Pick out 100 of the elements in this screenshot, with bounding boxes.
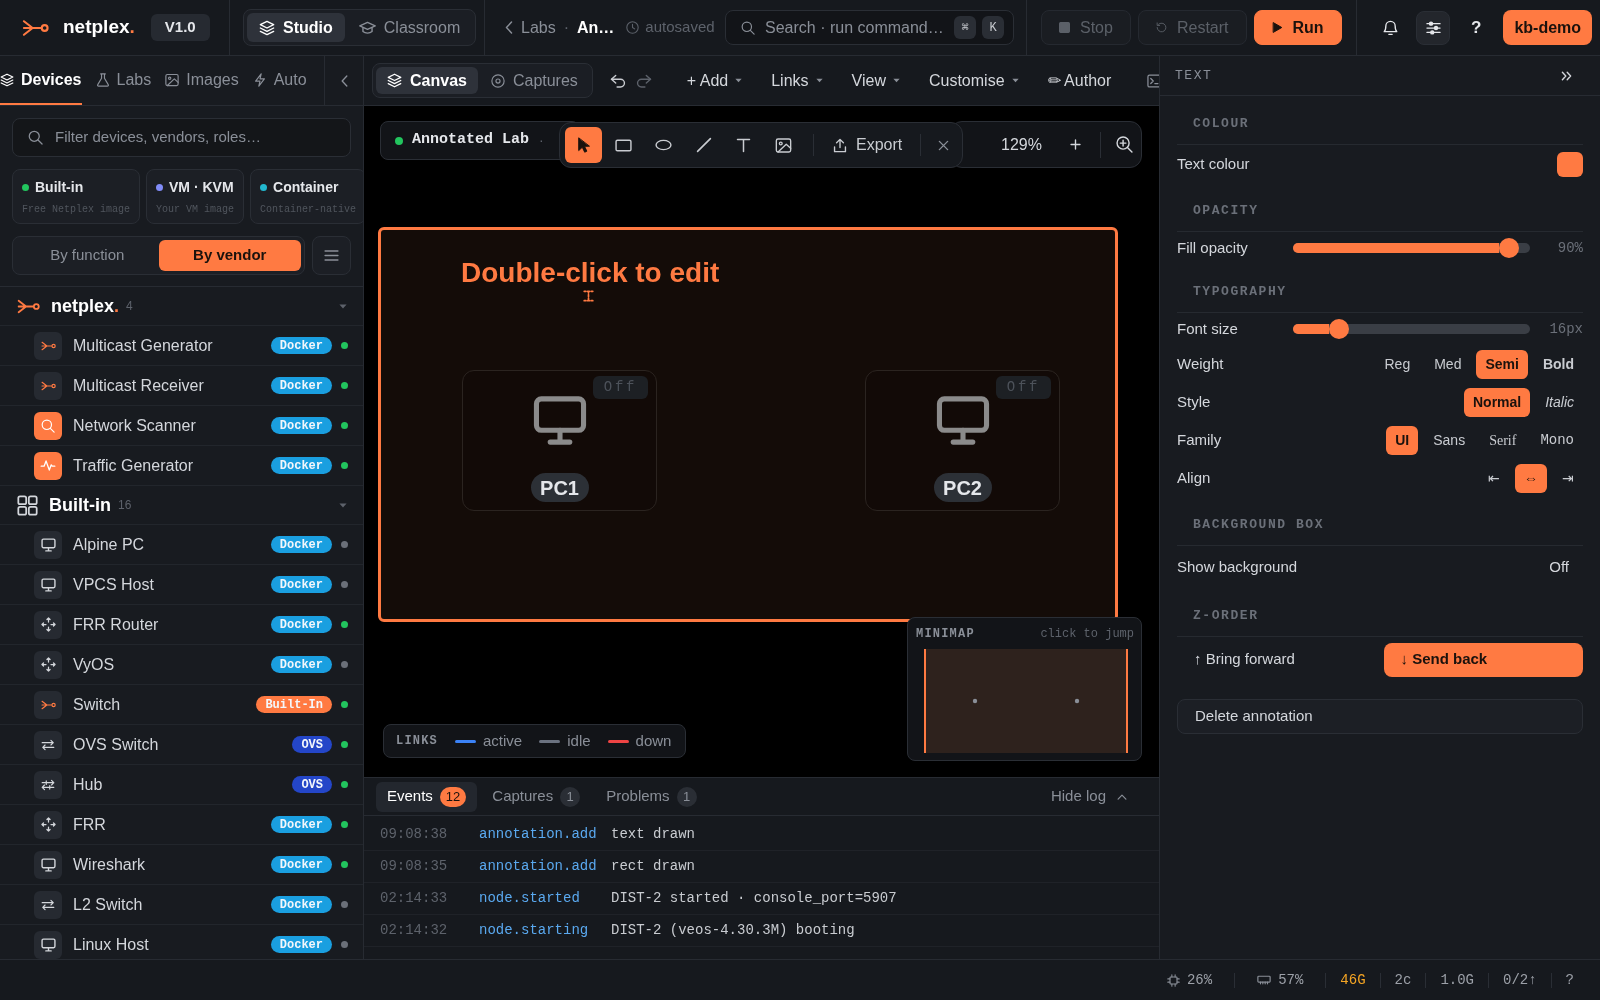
segment-option[interactable]: Reg [1375,349,1420,379]
device-name[interactable]: Hub [73,772,103,797]
save-status: autosaved [645,17,715,38]
zoom-in-icon[interactable] [1115,136,1133,153]
slider-value: 16px [1549,319,1583,339]
four-arrows-icon [34,650,62,679]
user-button[interactable]: kb-demo [1503,10,1593,45]
hide-log-button[interactable]: Hide log [1050,785,1127,808]
property-label: Family [1177,429,1222,450]
sidebar-tab[interactable]: Images [165,56,239,105]
device-name[interactable]: Multicast Generator [73,333,213,358]
log-time: 02:14:33 [380,889,449,908]
slider-thumb[interactable] [1499,238,1520,258]
log-tab[interactable]: Events 12 [376,781,478,812]
menu-button[interactable]: View [851,68,900,93]
grouping-option[interactable]: By function [16,240,159,271]
device-name[interactable]: Network Scanner [73,413,196,438]
menu-button[interactable]: ✏ Author [1047,68,1112,93]
segment-option[interactable]: ⇤ [1479,463,1509,493]
close-icon[interactable] [938,139,950,151]
mode-tab[interactable]: Studio [247,13,345,42]
section-heading: COLOUR [1193,116,1250,132]
export-button[interactable]: Export [833,133,903,157]
terminal-icon[interactable] [1147,73,1159,88]
segment-option[interactable]: Normal [1463,387,1531,417]
runtime-badge: Docker [270,377,332,394]
device-name[interactable]: L2 Switch [73,892,143,917]
segment-option[interactable]: Semi [1476,349,1528,379]
redo-icon[interactable] [634,73,652,88]
order-button[interactable]: ↑ Bring forward [1177,642,1377,677]
search-field[interactable]: Filter devices, vendors, roles… [12,118,351,157]
segment-option[interactable]: UI [1386,425,1419,455]
menu-button[interactable]: Customise [928,68,1019,93]
device-name[interactable]: FRR [73,812,106,837]
device-name[interactable]: Traffic Generator [73,453,194,478]
pointer-icon [577,137,590,153]
zoom-level: 129% [1001,134,1042,155]
sidebar-tab[interactable]: Devices [0,56,82,105]
chevron-left-icon[interactable] [340,74,348,87]
log-tab[interactable]: Problems 1 [595,781,708,812]
text-annotation[interactable]: Double-click to edit [461,257,720,289]
tool-button[interactable] [565,127,602,163]
log-time: 09:08:35 [380,857,449,876]
segment-option[interactable]: Med [1425,349,1471,379]
menu-button[interactable]: Links [771,68,823,93]
panel-title: TEXT [1175,66,1213,85]
segment-option[interactable]: Mono [1531,425,1583,455]
group-name: Built-in [49,493,111,517]
preferences-button[interactable] [1416,10,1450,45]
breadcrumb-link[interactable]: Labs [521,15,556,40]
device-name[interactable]: OVS Switch [73,732,159,757]
segment-option[interactable]: Italic [1536,387,1583,417]
upload-icon [833,137,847,153]
cpu-icon [1166,973,1180,987]
menu-button[interactable]: + Add [686,68,743,93]
segment-option[interactable]: Serif [1480,425,1526,455]
chevron-left-icon[interactable] [505,21,513,34]
color-swatch[interactable] [1557,151,1583,177]
view-tab[interactable]: Canvas [376,67,478,94]
chevrons-right-icon[interactable] [1561,70,1572,81]
device-name[interactable]: Wireshark [73,852,145,877]
plus-icon[interactable] [1069,139,1081,150]
status-value: 57% [1278,970,1304,990]
sidebar-tab[interactable]: Labs [95,56,152,105]
device-name[interactable]: Alpine PC [73,532,145,557]
device-name[interactable]: Switch [73,692,121,717]
log-tab[interactable]: Captures 1 [481,781,592,812]
caret-icon[interactable] [339,502,347,508]
four-arrows-icon [34,610,62,639]
sidebar-tab[interactable]: Auto [252,56,307,105]
run-button[interactable]: Run [1253,10,1342,45]
delete-button[interactable]: Delete annotation [1177,699,1583,734]
minimap-preview[interactable] [924,649,1128,753]
device-name[interactable]: Multicast Receiver [73,373,204,398]
search-field[interactable]: Search · run command… ⌘ K [725,10,1014,45]
slider-thumb[interactable] [1328,319,1349,339]
log-event: node.started [479,889,581,908]
segment-option[interactable]: Sans [1424,425,1475,455]
segment-option[interactable]: ⇔ [1515,463,1547,493]
grouping-option[interactable]: By vendor [158,240,301,271]
list-menu-button[interactable] [312,236,351,275]
device-name[interactable]: FRR Router [73,612,159,637]
double-arrows-icon [34,770,62,799]
toggle-button[interactable]: Off [1549,555,1569,579]
logo-icon [22,18,49,37]
caret-icon[interactable] [339,303,347,309]
mode-tab[interactable]: Classroom [346,13,473,42]
device-name[interactable]: VyOS [73,652,115,677]
target-icon [490,73,505,88]
help-button[interactable]: ? [1471,14,1482,41]
view-tab[interactable]: Captures [479,67,589,94]
segment-option[interactable]: Bold [1533,349,1583,379]
device-name[interactable]: VPCS Host [73,572,154,597]
device-name[interactable]: Linux Host [73,932,149,957]
bell-icon[interactable] [1383,19,1398,36]
undo-icon[interactable] [609,73,627,88]
order-button[interactable]: ↓ Send back [1383,642,1583,677]
segment-option[interactable]: ⇥ [1553,463,1583,493]
ellipse-icon [655,139,672,151]
log-event: annotation.add [479,857,598,876]
